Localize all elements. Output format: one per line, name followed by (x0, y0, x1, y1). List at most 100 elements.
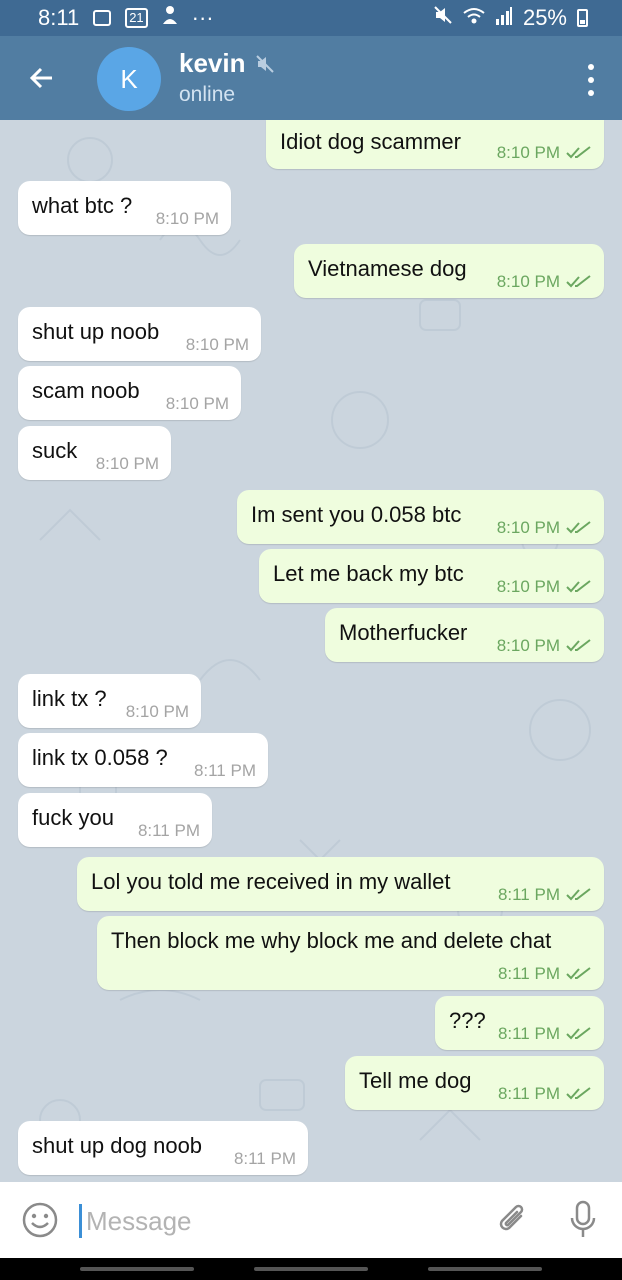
message-meta: 8:10 PM (497, 518, 592, 538)
chat-title: kevin (179, 48, 246, 78)
message-meta: 8:11 PM (498, 1084, 592, 1104)
message-time: 8:11 PM (497, 964, 560, 983)
kebab-menu-icon[interactable] (586, 64, 596, 96)
battery-percent: 25% (522, 5, 567, 30)
message-time: 8:11 PM (497, 885, 560, 904)
message-text: scam noob (32, 378, 140, 403)
message-time: 8:10 PM (496, 636, 560, 655)
message-meta: 8:10 PM (497, 143, 592, 163)
signal-icon (495, 5, 513, 31)
message-time: 8:10 PM (496, 518, 560, 537)
message-outgoing[interactable]: Im sent you 0.058 btc 8:10 PM (237, 490, 604, 544)
mute-icon (433, 5, 453, 31)
message-text: Tell me dog (359, 1068, 472, 1093)
battery-icon (577, 9, 588, 27)
message-meta: 8:10 PM (497, 636, 592, 656)
muted-speaker-icon (255, 54, 274, 73)
chat-status: online (179, 83, 236, 106)
message-text: what btc ? (32, 193, 133, 218)
chat-area[interactable]: Idiot dog scammer 8:10 PM what btc ? 8:1… (0, 120, 622, 1182)
message-text: Then block me why block me and delete ch… (111, 928, 552, 953)
message-text: suck (32, 438, 78, 463)
message-time: 8:11 PM (193, 761, 256, 780)
message-time: 8:10 PM (125, 702, 189, 721)
message-time: 8:10 PM (496, 577, 560, 596)
message-outgoing[interactable]: Tell me dog 8:11 PM (345, 1056, 604, 1110)
message-time: 8:11 PM (497, 1024, 560, 1043)
message-time: 8:10 PM (185, 335, 249, 354)
double-check-icon (566, 1027, 591, 1040)
nav-recents-handle[interactable] (80, 1267, 194, 1271)
emoji-icon (22, 1202, 58, 1238)
message-meta: 8:10 PM (497, 272, 592, 292)
message-incoming[interactable]: link tx ? 8:10 PM (18, 674, 201, 728)
message-text: Vietnamese dog (308, 256, 467, 281)
message-text: ??? (449, 1008, 486, 1033)
message-input[interactable] (84, 1200, 468, 1242)
message-composer (0, 1182, 622, 1258)
message-incoming[interactable]: fuck you 8:11 PM (18, 793, 212, 847)
double-check-icon (566, 275, 591, 288)
status-time: 8:11 (38, 5, 80, 30)
message-time: 8:10 PM (496, 143, 560, 162)
emoji-button[interactable] (22, 1202, 58, 1238)
message-text: Motherfucker (339, 620, 468, 645)
double-check-icon (566, 146, 591, 159)
message-time: 8:10 PM (496, 272, 560, 291)
message-meta: 8:11 PM (498, 1024, 592, 1044)
message-incoming[interactable]: link tx 0.058 ? 8:11 PM (18, 733, 268, 787)
message-meta: 8:11 PM (498, 885, 592, 905)
message-meta: 8:10 PM (497, 577, 592, 597)
message-incoming[interactable]: what btc ? 8:10 PM (18, 181, 231, 235)
message-meta: 8:11 PM (498, 964, 592, 984)
message-outgoing[interactable]: Vietnamese dog 8:10 PM (294, 244, 604, 298)
message-text: shut up noob (32, 319, 160, 344)
message-incoming[interactable]: suck 8:10 PM (18, 426, 171, 480)
attach-button[interactable] (496, 1202, 530, 1238)
message-text: Idiot dog scammer (280, 129, 461, 154)
message-outgoing[interactable]: Idiot dog scammer 8:10 PM (266, 120, 604, 169)
text-cursor (79, 1204, 82, 1238)
message-time: 8:10 PM (95, 454, 159, 473)
calendar-icon: 21 (125, 8, 148, 28)
message-text: Im sent you 0.058 btc (251, 502, 462, 527)
message-time: 8:11 PM (497, 1084, 560, 1103)
message-incoming[interactable]: shut up dog noob 8:11 PM (18, 1121, 308, 1175)
person-icon (162, 5, 178, 31)
double-check-icon (566, 521, 591, 534)
message-incoming[interactable]: scam noob 8:10 PM (18, 366, 241, 420)
double-check-icon (566, 639, 591, 652)
message-text: link tx ? (32, 686, 107, 711)
avatar[interactable]: K (97, 47, 161, 111)
more-notifications: ··· (191, 5, 214, 30)
paperclip-icon (499, 1204, 524, 1231)
double-check-icon (566, 580, 591, 593)
message-text: shut up dog noob (32, 1133, 203, 1158)
double-check-icon (566, 967, 591, 980)
message-outgoing[interactable]: Lol you told me received in my wallet 8:… (77, 857, 604, 911)
voice-record-button[interactable] (568, 1200, 598, 1240)
wifi-icon (463, 5, 485, 31)
message-outgoing[interactable]: Motherfucker 8:10 PM (325, 608, 604, 662)
double-check-icon (566, 888, 591, 901)
message-outgoing[interactable]: ??? 8:11 PM (435, 996, 604, 1050)
chat-title-area[interactable]: kevin online (179, 48, 274, 107)
message-time: 8:10 PM (155, 209, 219, 228)
double-check-icon (566, 1087, 591, 1100)
microphone-icon (570, 1200, 596, 1237)
message-outgoing[interactable]: Then block me why block me and delete ch… (97, 916, 604, 990)
message-text: Lol you told me received in my wallet (91, 869, 451, 894)
status-bar: 8:11 21 ··· 25% (0, 0, 622, 36)
back-button[interactable] (26, 62, 58, 94)
system-nav-bar (0, 1258, 622, 1280)
message-time: 8:10 PM (165, 394, 229, 413)
message-time: 8:11 PM (233, 1149, 296, 1168)
message-incoming[interactable]: shut up noob 8:10 PM (18, 307, 261, 361)
nav-back-handle[interactable] (428, 1267, 542, 1271)
message-outgoing[interactable]: Let me back my btc 8:10 PM (259, 549, 604, 603)
nav-home-handle[interactable] (254, 1267, 368, 1271)
message-time: 8:11 PM (137, 821, 200, 840)
arrow-left-icon (29, 67, 52, 89)
chat-header: K kevin online (0, 36, 622, 120)
message-text: link tx 0.058 ? (32, 745, 168, 770)
